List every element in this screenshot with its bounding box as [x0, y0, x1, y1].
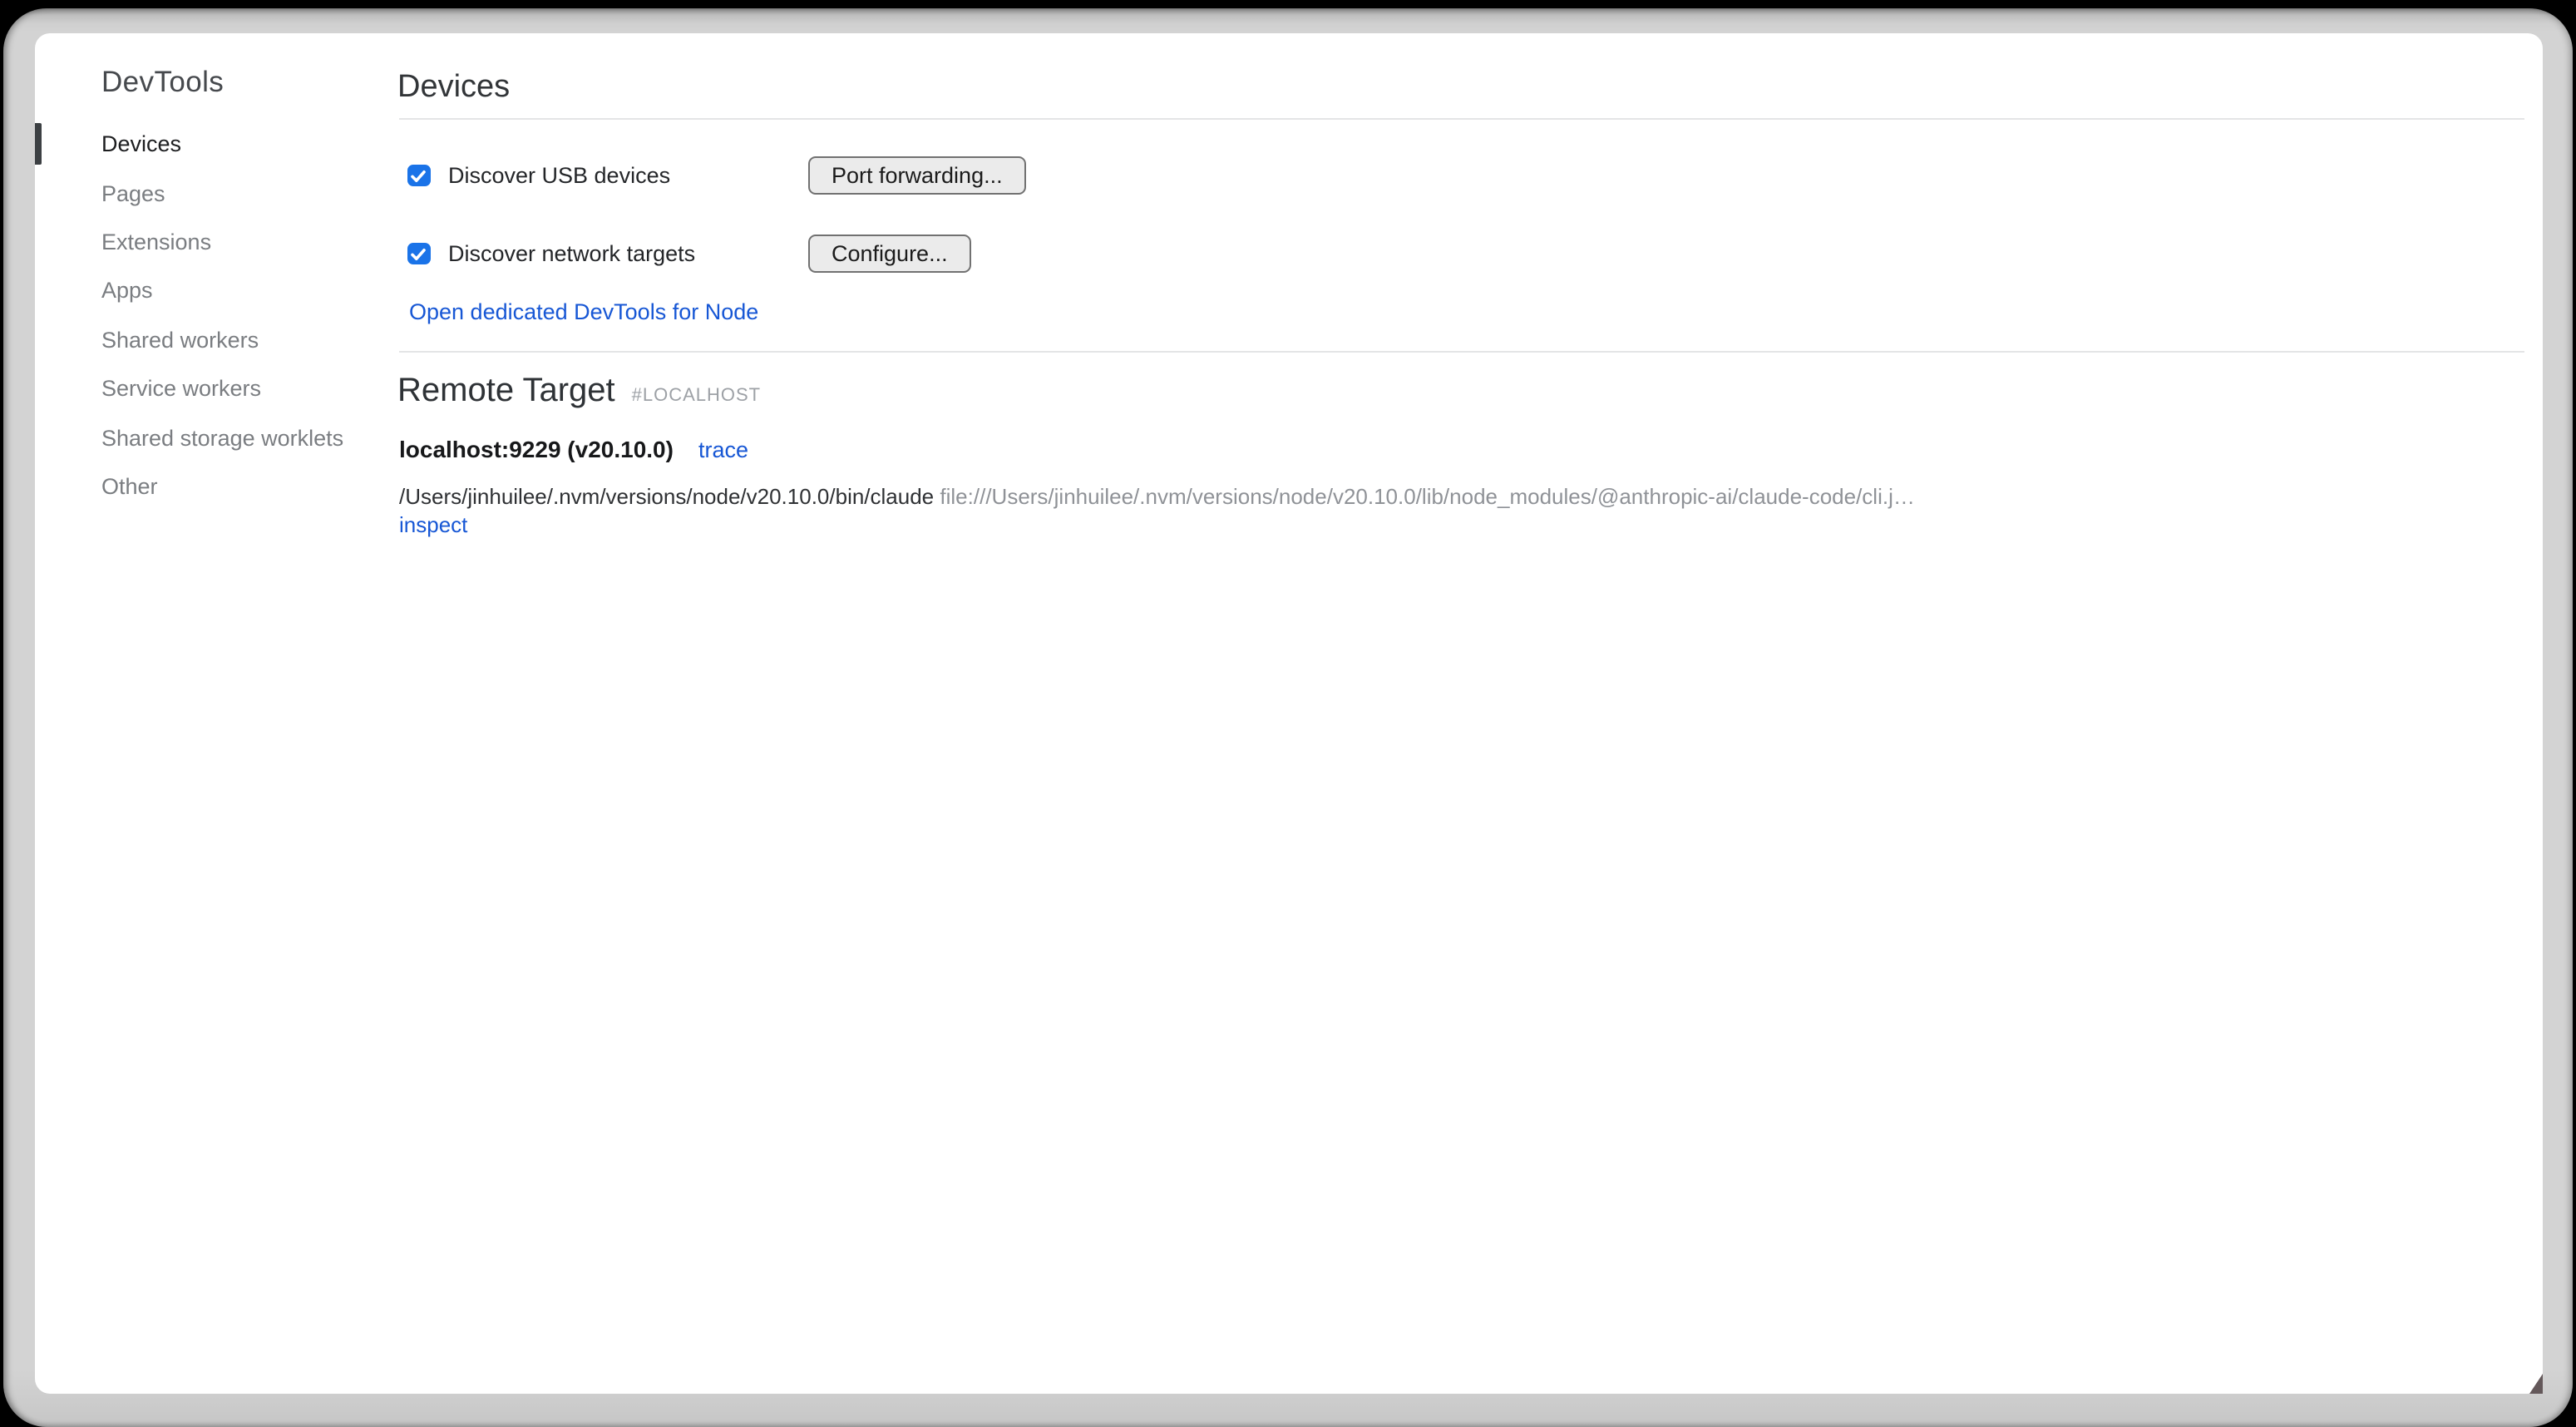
sidebar-item-pages[interactable]: Pages — [35, 169, 399, 218]
divider — [399, 351, 2524, 353]
remote-target-header: Remote Target #LOCALHOST — [397, 371, 2524, 411]
remote-target-heading: Remote Target — [397, 371, 615, 411]
divider — [399, 118, 2524, 120]
sidebar-item-label: Service workers — [101, 376, 261, 401]
page-title: Devices — [397, 68, 2524, 106]
sidebar-item-apps[interactable]: Apps — [35, 266, 399, 315]
discover-network-row: Discover network targets Configure... — [399, 235, 2524, 273]
sidebar-item-label: Pages — [101, 180, 165, 205]
target-script-url: file:///Users/jinhuilee/.nvm/versions/no… — [940, 484, 1914, 509]
sidebar-item-devices[interactable]: Devices — [35, 120, 399, 169]
target-name-row: localhost:9229 (v20.10.0) trace — [399, 436, 2524, 462]
target-name: localhost:9229 (v20.10.0) — [399, 436, 674, 462]
sidebar-item-label: Devices — [101, 131, 181, 156]
sidebar-nav: Devices Pages Extensions Apps — [35, 120, 399, 511]
localhost-tag: #LOCALHOST — [632, 386, 762, 406]
selection-indicator — [35, 123, 41, 165]
screen: DevTools Devices Pages Extensions — [0, 0, 2576, 1427]
check-icon — [412, 169, 427, 182]
sidebar-item-shared-workers[interactable]: Shared workers — [35, 315, 399, 364]
discover-usb-label-group[interactable]: Discover USB devices — [399, 163, 808, 188]
devices-panel: Devices Discover USB devices Port forwar… — [399, 33, 2524, 1394]
discover-usb-checkbox[interactable] — [407, 165, 430, 187]
sidebar-item-service-workers[interactable]: Service workers — [35, 364, 399, 413]
sidebar-item-label: Apps — [101, 279, 153, 304]
discover-usb-row: Discover USB devices Port forwarding... — [399, 156, 2524, 195]
macos-window: DevTools Devices Pages Extensions — [3, 8, 2573, 1427]
discover-network-label: Discover network targets — [448, 241, 695, 266]
target-actions: inspect — [399, 511, 2524, 539]
sidebar-item-extensions[interactable]: Extensions — [35, 218, 399, 267]
chrome-inspect-page: DevTools Devices Pages Extensions — [35, 33, 2543, 1394]
sidebar: DevTools Devices Pages Extensions — [35, 33, 399, 1394]
sidebar-item-shared-storage-worklets[interactable]: Shared storage worklets — [35, 413, 399, 462]
sidebar-item-label: Shared workers — [101, 328, 259, 353]
discover-network-label-group[interactable]: Discover network targets — [399, 241, 808, 266]
target-details: /Users/jinhuilee/.nvm/versions/node/v20.… — [399, 484, 2524, 539]
trace-link[interactable]: trace — [698, 437, 748, 462]
configure-button[interactable]: Configure... — [808, 235, 971, 273]
resize-corner — [2529, 1374, 2543, 1394]
port-forwarding-button[interactable]: Port forwarding... — [808, 156, 1026, 195]
devtools-title: DevTools — [101, 65, 399, 100]
open-node-devtools-link[interactable]: Open dedicated DevTools for Node — [409, 299, 758, 326]
discover-network-checkbox[interactable] — [407, 243, 430, 265]
sidebar-item-other[interactable]: Other — [35, 462, 399, 511]
discover-usb-label: Discover USB devices — [448, 163, 670, 188]
sidebar-item-label: Shared storage worklets — [101, 425, 343, 450]
inspect-link[interactable]: inspect — [399, 511, 467, 536]
target-process-path: /Users/jinhuilee/.nvm/versions/node/v20.… — [399, 484, 934, 509]
sidebar-item-label: Extensions — [101, 230, 211, 254]
sidebar-item-label: Other — [101, 474, 158, 499]
check-icon — [412, 247, 427, 260]
